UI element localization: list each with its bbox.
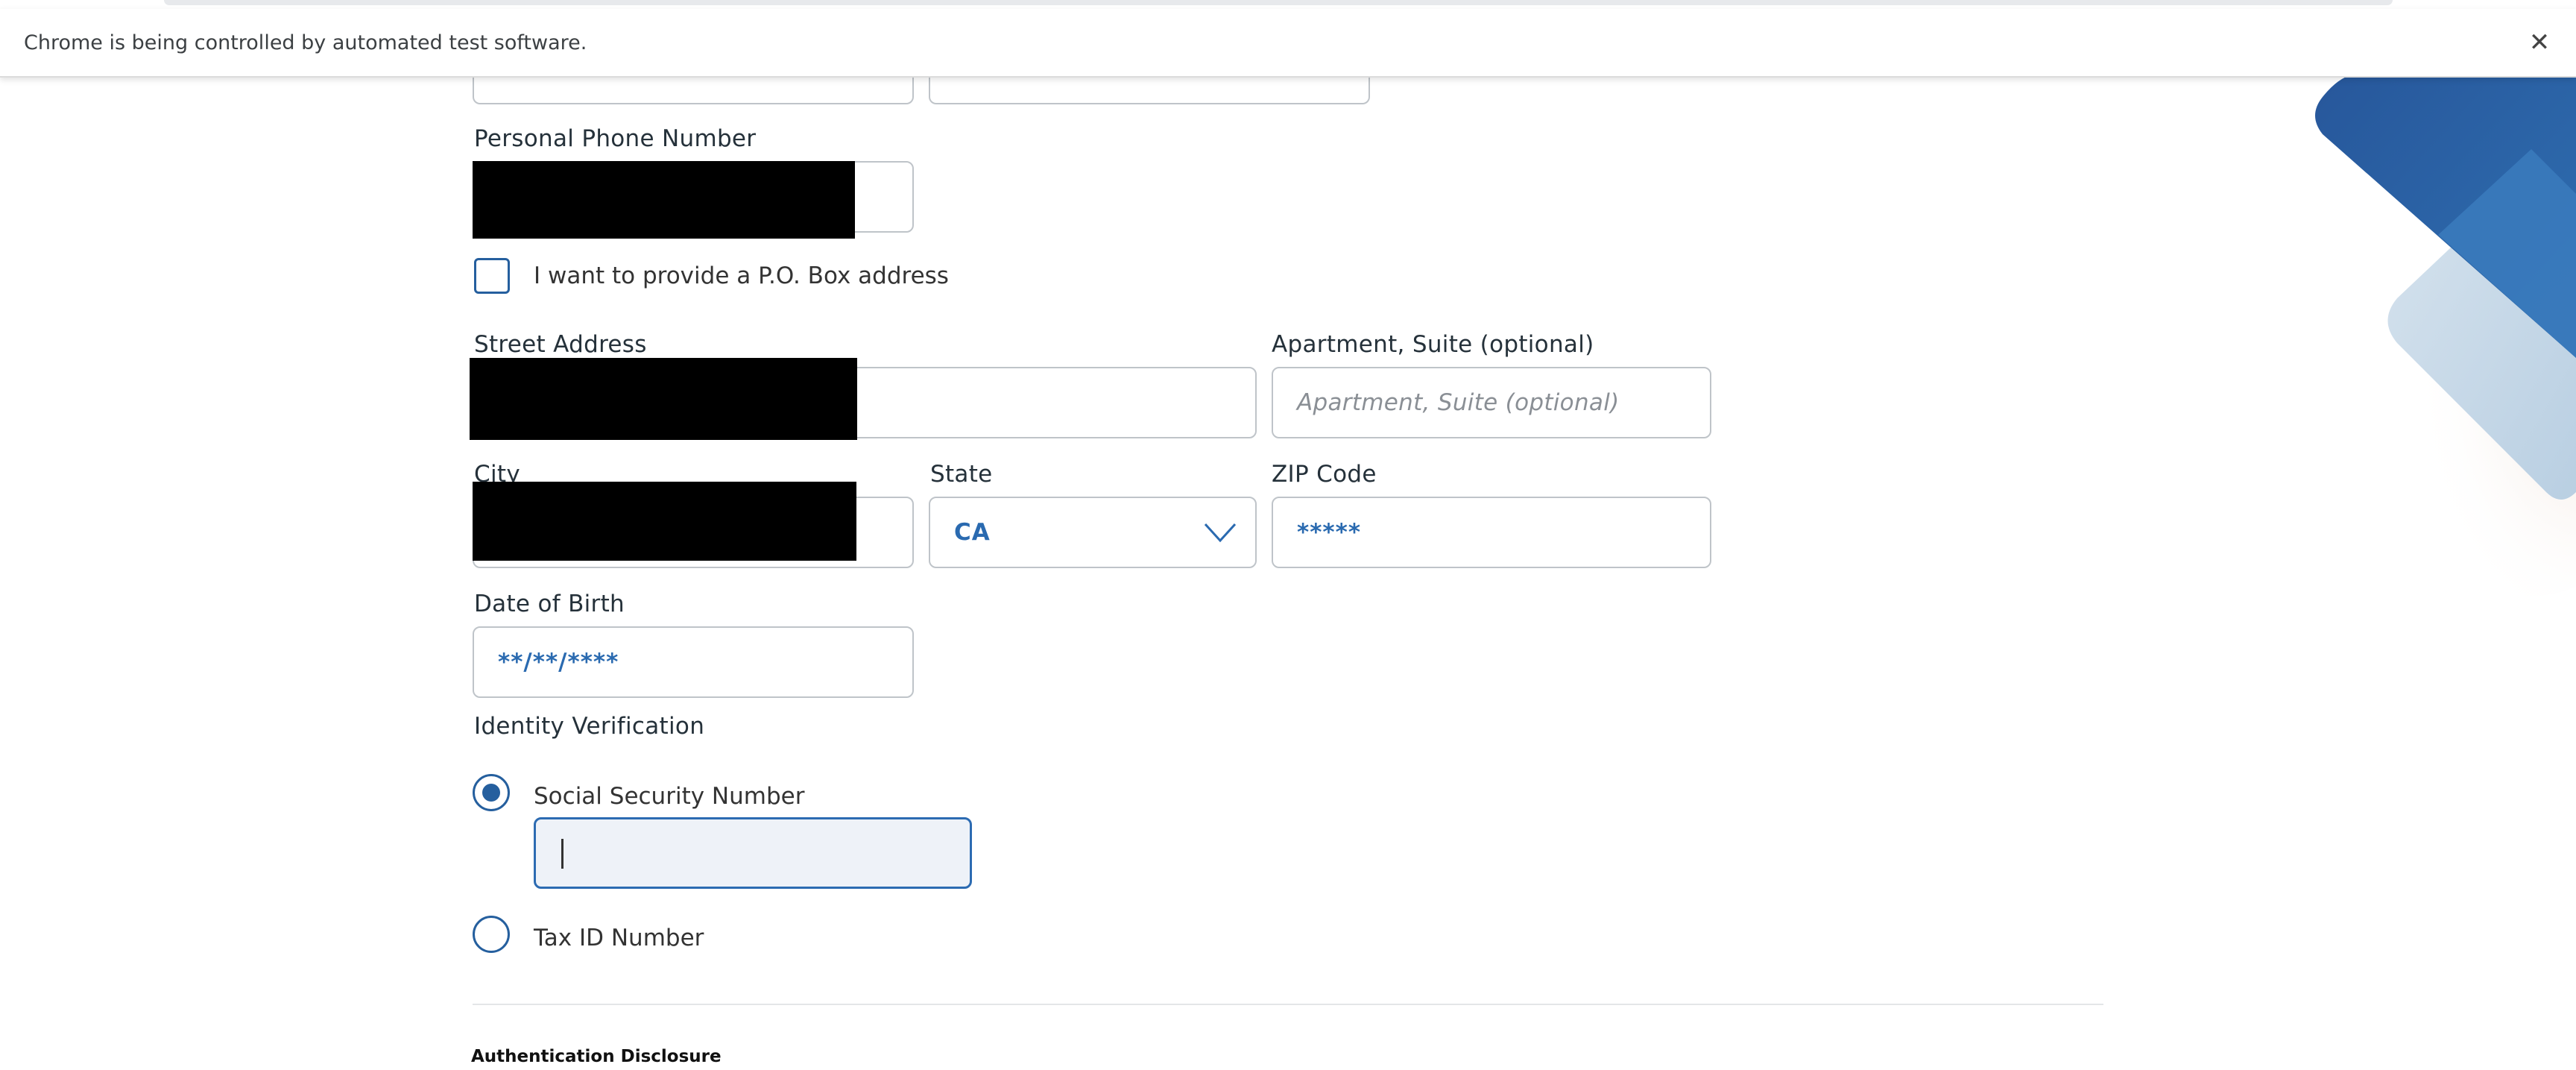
text-caret (561, 839, 564, 869)
dob-value: **/**/**** (498, 649, 619, 676)
tax-id-label[interactable]: Tax ID Number (534, 925, 704, 951)
radio-selected-dot (482, 784, 500, 802)
state-select[interactable]: CA (929, 497, 1257, 568)
authentication-disclosure-heading: Authentication Disclosure (471, 1047, 722, 1066)
zip-label: ZIP Code (1272, 461, 1377, 488)
section-divider (473, 1004, 2103, 1005)
redacted-phone (473, 161, 855, 239)
infobar-message: Chrome is being controlled by automated … (24, 31, 587, 54)
automation-infobar: Chrome is being controlled by automated … (0, 9, 2576, 78)
redacted-street (470, 358, 857, 440)
apartment-input[interactable]: Apartment, Suite (optional) (1272, 367, 1711, 438)
dob-label: Date of Birth (474, 591, 625, 617)
close-icon[interactable]: ✕ (2522, 25, 2557, 60)
state-value: CA (954, 519, 991, 546)
apartment-label: Apartment, Suite (optional) (1272, 331, 1594, 358)
zip-input[interactable]: ***** (1272, 497, 1711, 568)
browser-tab-strip (164, 0, 2393, 5)
po-box-checkbox[interactable] (474, 258, 510, 294)
identity-verification-label: Identity Verification (474, 713, 705, 740)
po-box-label[interactable]: I want to provide a P.O. Box address (534, 262, 949, 289)
chevron-down-icon (1204, 523, 1237, 543)
zip-value: ***** (1297, 519, 1362, 546)
ssn-radio[interactable] (473, 774, 510, 811)
ssn-label[interactable]: Social Security Number (534, 783, 804, 810)
state-label: State (930, 461, 993, 488)
apartment-placeholder: Apartment, Suite (optional) (1297, 389, 1620, 416)
tax-id-radio[interactable] (473, 916, 510, 953)
phone-label: Personal Phone Number (474, 125, 757, 152)
redacted-city (473, 482, 856, 561)
ssn-input[interactable] (534, 817, 972, 889)
decorative-shape-art (2315, 75, 2576, 597)
page: Chrome is being controlled by automated … (0, 0, 2576, 1070)
dob-input[interactable]: **/**/**** (473, 626, 914, 698)
street-address-label: Street Address (474, 331, 647, 358)
